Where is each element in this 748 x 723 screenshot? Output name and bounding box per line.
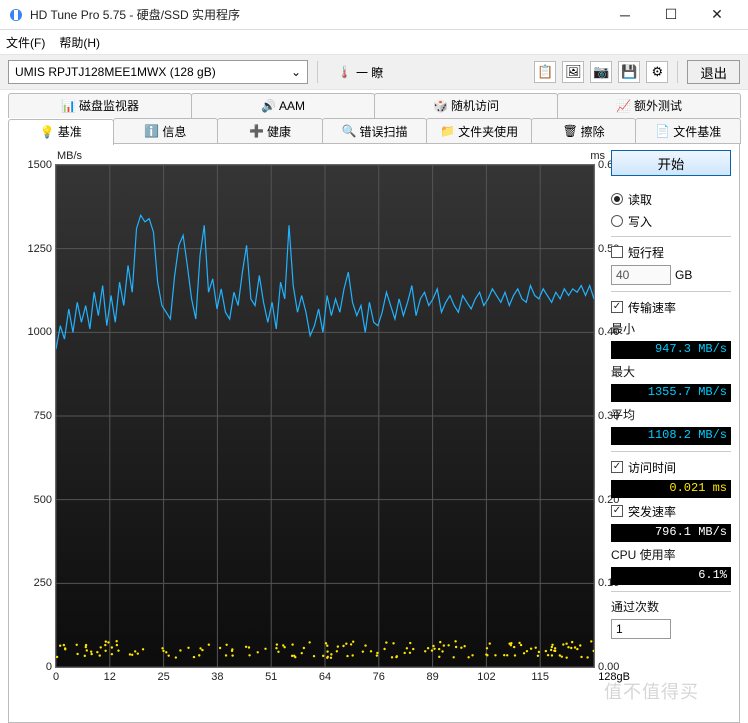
benchmark-icon: 💡 — [40, 125, 54, 139]
min-value: 947.3 MB/s — [611, 341, 731, 359]
sidebar-stats: 开始 读取 写入 短行程 GB 传输速率 最小 947.3 MB/s 最大 13… — [611, 150, 731, 710]
transfer-rate-line — [56, 215, 594, 349]
xtick: 25 — [157, 671, 169, 683]
tab-file-benchmark[interactable]: 📄文件基准 — [635, 118, 741, 144]
xtick: 102 — [477, 671, 495, 683]
avg-value: 1108.2 MB/s — [611, 427, 731, 445]
passes-label: 通过次数 — [611, 598, 731, 615]
short-stroke-unit: GB — [675, 268, 692, 282]
tab-row-lower: 💡基准 ℹ️信息 ➕健康 🔍错误扫描 📁文件夹使用 🗑擦除 📄文件基准 — [8, 117, 740, 143]
random-icon: 🎲 — [433, 99, 447, 113]
tab-info[interactable]: ℹ️信息 — [113, 118, 219, 144]
options-button[interactable]: ⚙ — [646, 61, 668, 83]
tab-aam[interactable]: 🔊AAM — [191, 93, 375, 118]
chart-area: MB/s ms 1500 — [17, 150, 615, 710]
ytick: 1250 — [28, 243, 52, 255]
xtick: 115 — [531, 671, 549, 683]
folder-icon: 📁 — [440, 124, 454, 138]
xtick: 89 — [426, 671, 438, 683]
access-time-dots — [56, 640, 594, 659]
xtick: 51 — [265, 671, 277, 683]
aam-icon: 🔊 — [261, 99, 275, 113]
ytick: 500 — [34, 494, 52, 506]
temp-text: 一 瞭 — [356, 64, 383, 81]
max-label: 最大 — [611, 363, 731, 380]
xfer-rate-check[interactable]: 传输速率 — [611, 298, 731, 316]
radio-icon — [611, 193, 623, 205]
tab-error-scan[interactable]: 🔍错误扫描 — [322, 118, 428, 144]
checkbox-icon — [611, 461, 623, 473]
xtick: 12 — [104, 671, 116, 683]
temperature-display: 🌡️ 一 瞭 — [327, 64, 393, 81]
tab-folder-usage[interactable]: 📁文件夹使用 — [426, 118, 532, 144]
xtick: 38 — [211, 671, 223, 683]
tab-extra-tests[interactable]: 📈额外测试 — [557, 93, 741, 118]
health-icon: ➕ — [249, 124, 263, 138]
cpu-label: CPU 使用率 — [611, 546, 731, 563]
info-icon: ℹ️ — [144, 124, 158, 138]
min-label: 最小 — [611, 320, 731, 337]
avg-label: 平均 — [611, 406, 731, 423]
ytick: 250 — [34, 577, 52, 589]
benchmark-pane: MB/s ms 1500 — [8, 143, 740, 723]
app-icon — [8, 7, 24, 23]
ytick: 750 — [34, 410, 52, 422]
tab-benchmark[interactable]: 💡基准 — [8, 119, 114, 145]
short-stroke-check[interactable]: 短行程 — [611, 243, 731, 261]
ytick: 1000 — [28, 326, 52, 338]
toolbar: UMIS RPJTJ128MEE1MWX (128 gB) ⌄ 🌡️ 一 瞭 📋… — [0, 54, 748, 90]
titlebar: HD Tune Pro 5.75 - 硬盘/SSD 实用程序 ─ ☐ ✕ — [0, 0, 748, 30]
max-value: 1355.7 MB/s — [611, 384, 731, 402]
menu-file[interactable]: 文件(F) — [6, 34, 45, 51]
drive-selector[interactable]: UMIS RPJTJ128MEE1MWX (128 gB) ⌄ — [8, 60, 308, 84]
ytick: 1500 — [28, 159, 52, 171]
tab-row-upper: 📊磁盘监视器 🔊AAM 🎲随机访问 📈额外测试 — [8, 92, 740, 117]
access-time-check[interactable]: 访问时间 — [611, 458, 731, 476]
plot: 1500 1250 1000 750 500 250 0 0.60 0.50 0… — [55, 164, 595, 668]
xtick: 76 — [373, 671, 385, 683]
xtick: 64 — [319, 671, 331, 683]
chevron-down-icon: ⌄ — [291, 65, 301, 79]
short-stroke-value — [611, 265, 671, 285]
minimize-button[interactable]: ─ — [602, 0, 648, 30]
checkbox-icon — [611, 505, 623, 517]
copy-image-button[interactable]: 🖼 — [562, 61, 584, 83]
monitor-icon: 📊 — [61, 99, 75, 113]
radio-icon — [611, 215, 623, 227]
window-title: HD Tune Pro 5.75 - 硬盘/SSD 实用程序 — [30, 6, 602, 23]
checkbox-icon — [611, 246, 623, 258]
extra-icon: 📈 — [616, 99, 630, 113]
save-button[interactable]: 💾 — [618, 61, 640, 83]
tab-health[interactable]: ➕健康 — [217, 118, 323, 144]
passes-input[interactable] — [611, 619, 671, 639]
screenshot-button[interactable]: 📷 — [590, 61, 612, 83]
mode-write[interactable]: 写入 — [611, 212, 731, 230]
exit-button[interactable]: 退出 — [687, 60, 740, 84]
erase-icon: 🗑 — [563, 124, 577, 138]
cpu-value: 6.1% — [611, 567, 731, 585]
tab-disk-monitor[interactable]: 📊磁盘监视器 — [8, 93, 192, 118]
mode-read[interactable]: 读取 — [611, 190, 731, 208]
ytick: 0 — [46, 661, 52, 673]
menubar: 文件(F) 帮助(H) — [0, 30, 748, 54]
close-button[interactable]: ✕ — [694, 0, 740, 30]
access-value: 0.021 ms — [611, 480, 731, 498]
checkbox-icon — [611, 301, 623, 313]
xtick: 0 — [53, 671, 59, 683]
watermark: 值不值得买 — [604, 678, 699, 704]
start-button[interactable]: 开始 — [611, 150, 731, 176]
tab-erase[interactable]: 🗑擦除 — [531, 118, 637, 144]
burst-rate-check[interactable]: 突发速率 — [611, 502, 731, 520]
thermometer-icon: 🌡️ — [337, 65, 352, 79]
left-axis-unit: MB/s — [57, 150, 82, 162]
copy-text-button[interactable]: 📋 — [534, 61, 556, 83]
tab-random-access[interactable]: 🎲随机访问 — [374, 93, 558, 118]
filebench-icon: 📄 — [655, 124, 669, 138]
drive-name: UMIS RPJTJ128MEE1MWX (128 gB) — [15, 65, 216, 79]
short-stroke-input: GB — [611, 265, 731, 285]
maximize-button[interactable]: ☐ — [648, 0, 694, 30]
burst-value: 796.1 MB/s — [611, 524, 731, 542]
errorscan-icon: 🔍 — [342, 124, 356, 138]
menu-help[interactable]: 帮助(H) — [59, 34, 100, 51]
